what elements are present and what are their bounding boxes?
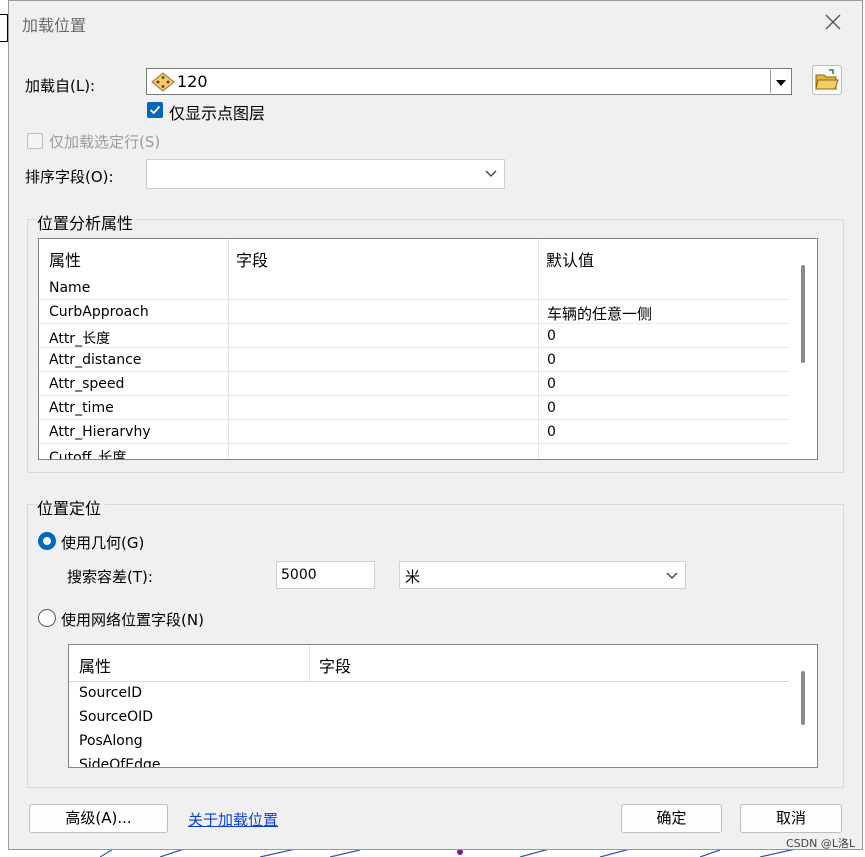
table-row[interactable]: SourceOID [79, 709, 153, 725]
tolerance-unit-value: 米 [405, 568, 421, 586]
load-from-label: 加载自(L): [25, 77, 96, 95]
ok-button[interactable]: 确定 [621, 804, 722, 833]
cancel-button[interactable]: 取消 [740, 804, 842, 833]
table-row[interactable]: Attr_distance [49, 352, 141, 368]
scrollbar-thumb[interactable] [801, 265, 805, 363]
tolerance-label: 搜索容差(T): [67, 568, 153, 586]
dialog-title: 加载位置 [22, 16, 87, 35]
positioning-title: 位置定位 [37, 495, 106, 519]
folder-open-icon [815, 69, 839, 90]
table-row[interactable]: PosAlong [79, 733, 143, 749]
grid-header: 属性 字段 [69, 645, 789, 681]
sort-field-combo[interactable] [146, 159, 505, 189]
use-network-fields-radio[interactable] [38, 609, 56, 627]
table-cell-default[interactable]: 车辆的任意一侧 [547, 303, 652, 324]
table-row[interactable]: Attr_speed [49, 376, 124, 392]
table-row[interactable]: SideOfEdge [79, 757, 160, 767]
column-divider [538, 239, 539, 459]
advanced-button[interactable]: 高级(A)... [29, 804, 168, 833]
row-divider [39, 395, 789, 396]
vertical-scrollbar[interactable] [789, 645, 817, 767]
table-row[interactable]: Attr_长度 [49, 328, 110, 348]
column-header[interactable]: 属性 [49, 247, 81, 271]
combo-arrow[interactable] [770, 70, 790, 93]
column-divider [309, 645, 310, 681]
row-divider [39, 299, 789, 300]
about-link[interactable]: 关于加载位置 [188, 809, 278, 830]
row-divider [39, 443, 789, 444]
row-divider [39, 419, 789, 420]
title-bar: 加载位置 [9, 1, 862, 45]
load-from-value: 120 [177, 72, 208, 91]
table-row[interactable]: Cutoff_长度 [49, 447, 126, 459]
tolerance-unit-combo[interactable]: 米 [399, 561, 686, 589]
table-row[interactable]: CurbApproach [49, 304, 149, 320]
use-geometry-label: 使用几何(G) [61, 534, 145, 552]
load-from-combo[interactable]: 120 [146, 68, 792, 95]
table-cell-default[interactable]: 0 [547, 400, 556, 416]
table-row[interactable]: SourceID [79, 685, 142, 701]
row-divider [39, 323, 789, 324]
table-cell-default[interactable]: 0 [547, 328, 556, 344]
tolerance-input[interactable]: 5000 [276, 561, 375, 589]
use-geometry-radio[interactable] [38, 532, 56, 550]
row-divider [69, 681, 789, 682]
table-cell-default[interactable]: 0 [547, 352, 556, 368]
table-cell-default[interactable]: 0 [547, 424, 556, 440]
load-locations-dialog: 加载位置 加载自(L): 120 仅显示点图层 仅加载选定行(S) 排序字段(O… [8, 0, 863, 850]
checkmark-icon [149, 105, 161, 115]
only-selected-rows-checkbox[interactable] [27, 133, 43, 149]
column-header[interactable]: 默认值 [546, 247, 594, 271]
chevron-down-icon [776, 80, 786, 86]
table-cell-default[interactable]: 0 [547, 376, 556, 392]
table-row[interactable]: Attr_time [49, 400, 114, 416]
chevron-down-icon[interactable] [484, 169, 498, 179]
scrollbar-thumb[interactable] [801, 671, 805, 725]
column-header[interactable]: 字段 [319, 653, 351, 677]
column-header[interactable]: 字段 [236, 247, 268, 271]
only-selected-rows-label: 仅加载选定行(S) [49, 133, 161, 151]
table-row[interactable]: Attr_Hierarvhy [49, 424, 151, 440]
background-window-edge [0, 14, 8, 42]
analysis-props-title: 位置分析属性 [37, 210, 138, 234]
row-divider [39, 347, 789, 348]
table-row[interactable]: Name [49, 280, 90, 296]
watermark: CSDN @L洛L [786, 837, 856, 850]
vertical-scrollbar[interactable] [789, 239, 817, 459]
close-icon[interactable] [823, 12, 843, 32]
analysis-props-grid[interactable]: 属性 字段 默认值 Name CurbApproach 车辆的任意一侧 Attr… [38, 238, 818, 460]
only-point-layers-checkbox[interactable] [147, 102, 163, 118]
browse-button[interactable] [812, 65, 842, 95]
column-divider [228, 239, 229, 459]
only-point-layers-label: 仅显示点图层 [169, 104, 266, 123]
row-divider [39, 371, 789, 372]
network-fields-grid[interactable]: 属性 字段 SourceID SourceOID PosAlong SideOf… [68, 644, 818, 768]
column-header[interactable]: 属性 [79, 653, 111, 677]
grid-header: 属性 字段 默认值 [39, 239, 789, 279]
chevron-down-icon[interactable] [665, 571, 679, 581]
sort-field-label: 排序字段(O): [25, 168, 114, 186]
point-layer-icon [151, 72, 175, 92]
use-network-fields-label: 使用网络位置字段(N) [61, 611, 204, 629]
